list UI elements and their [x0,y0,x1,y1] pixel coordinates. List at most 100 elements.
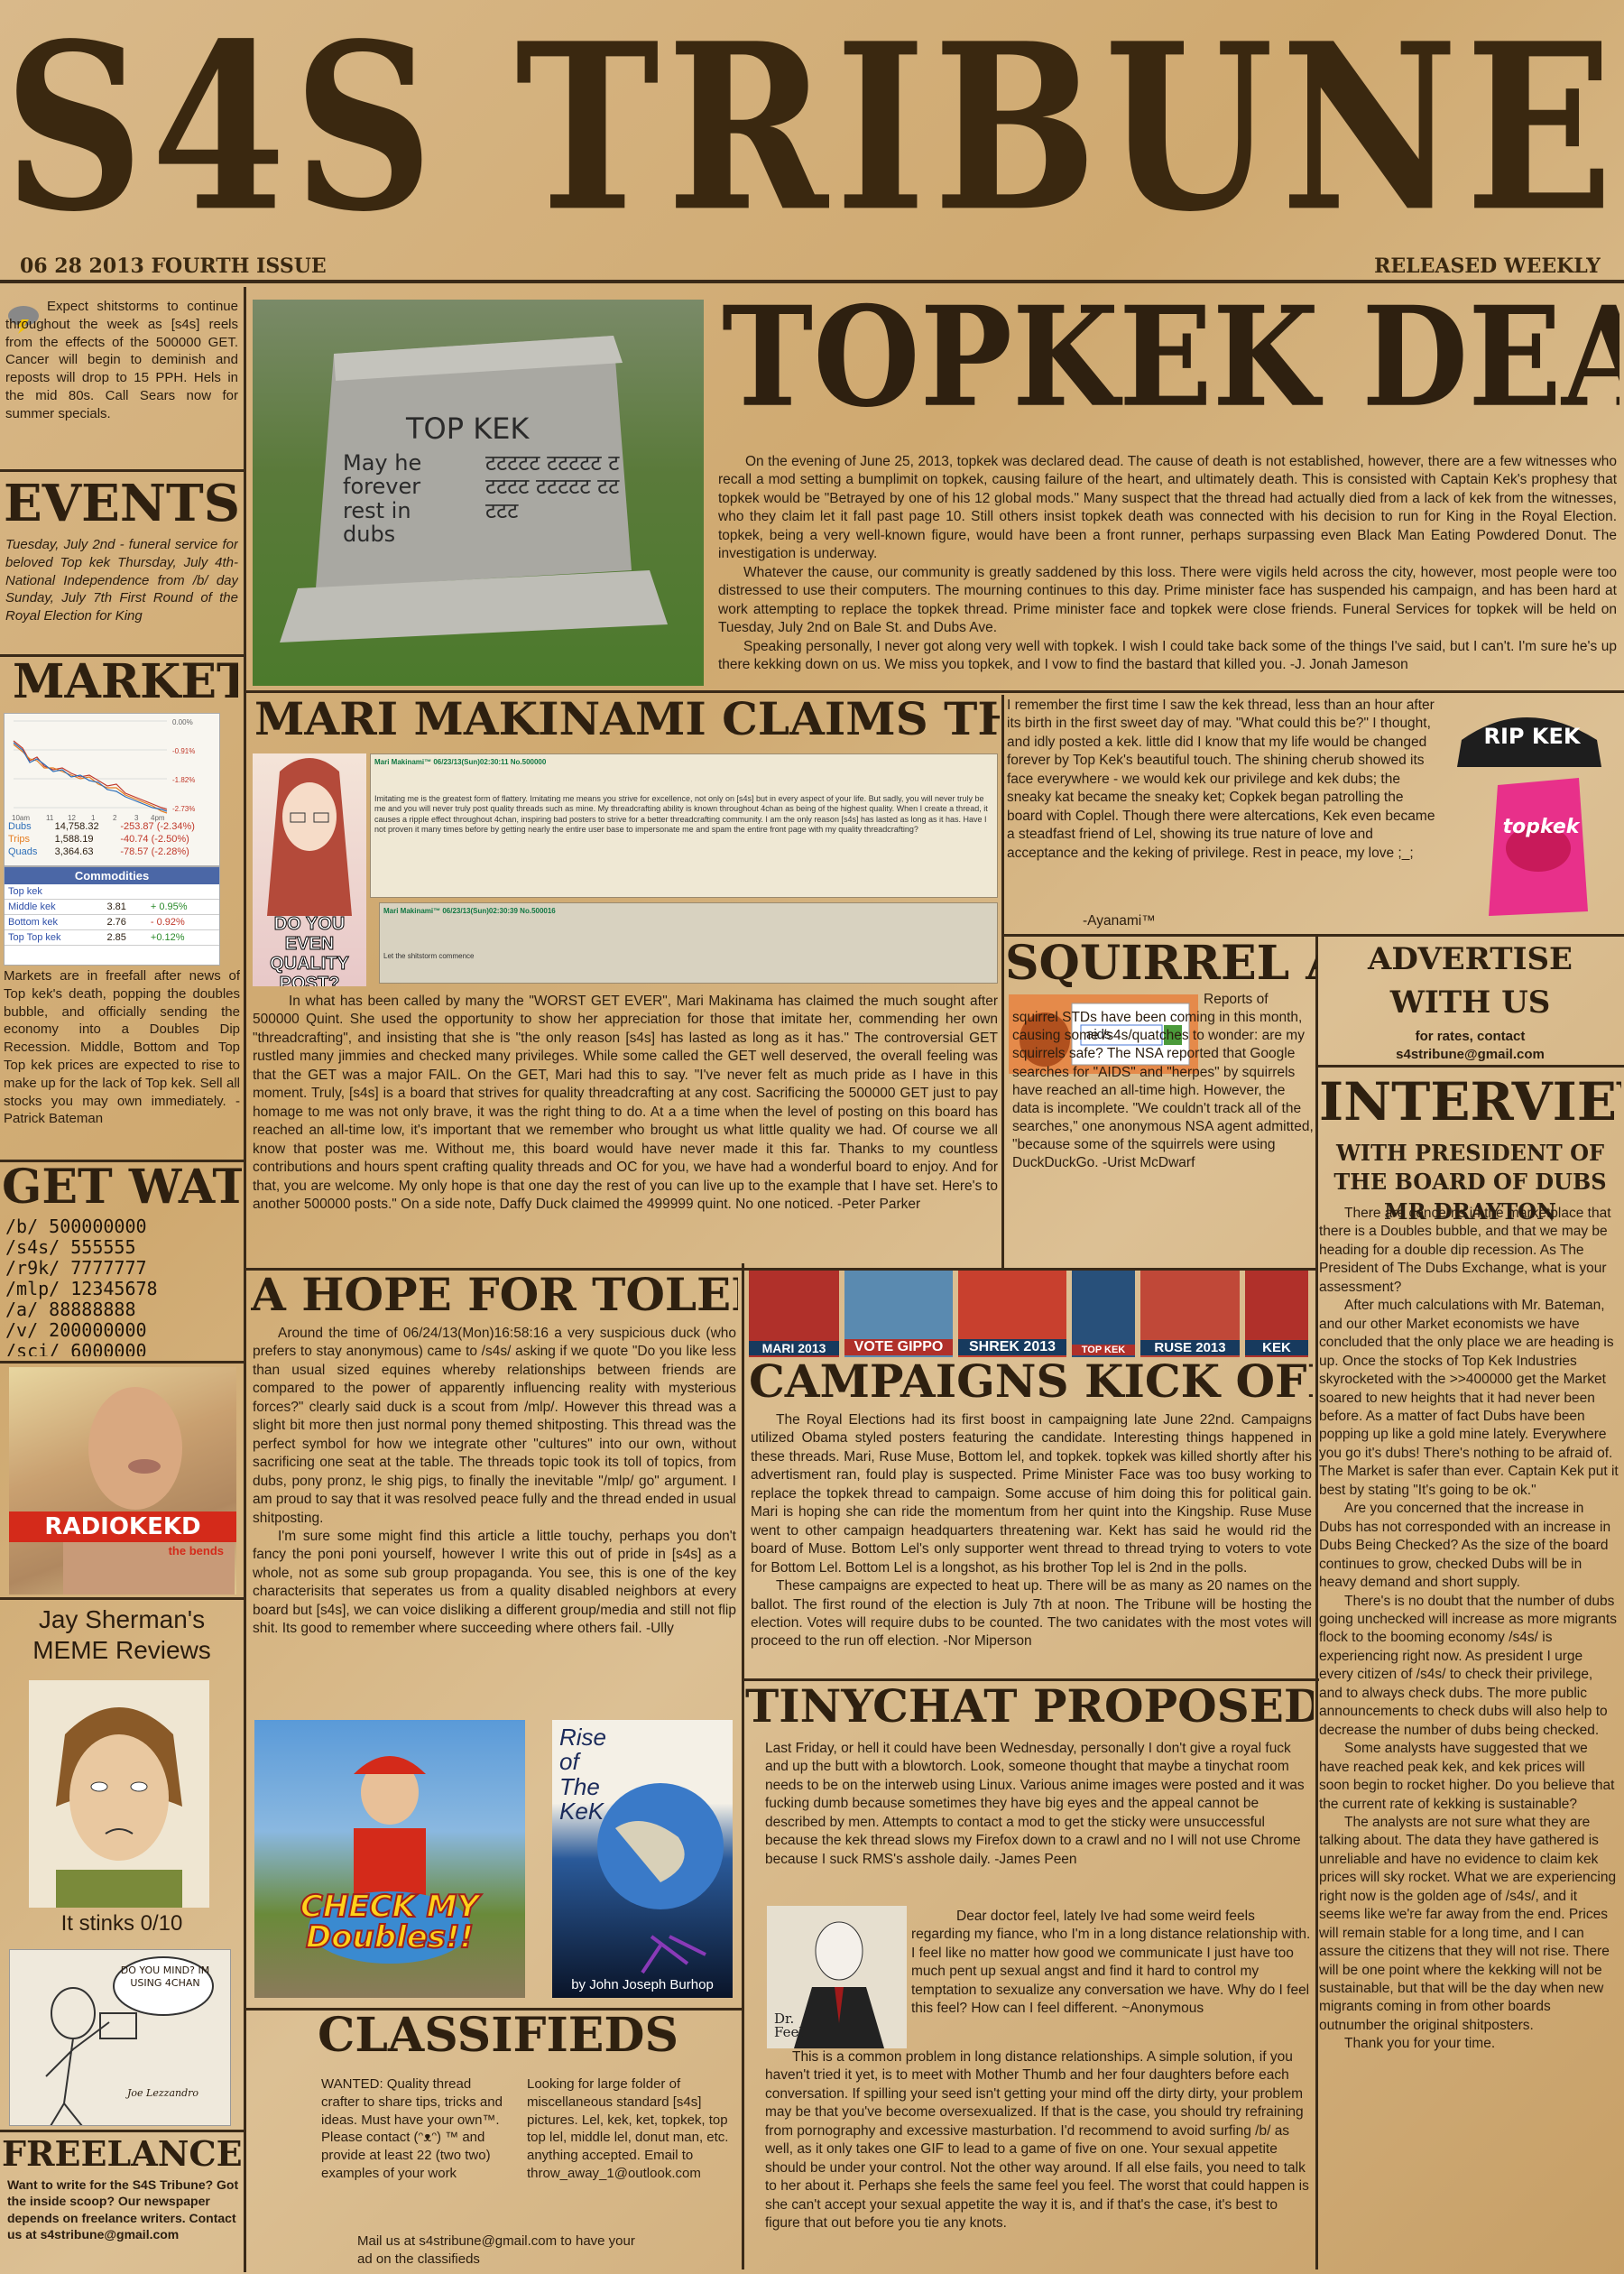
markets-chart: 0.00% -0.91% -1.82% -2.73% 10am 11 12 1 2 3 4p… [4,713,220,866]
commodity-change: + 0.95% [146,899,219,915]
classified-ad-1: WANTED: Quality thread crafter to share … [321,2076,503,2181]
get-watch-item: /mlp/ 12345678 [5,1278,158,1299]
commodity-price: 3.81 [103,899,147,915]
commodity-change [146,884,219,900]
tombstone-glyphs: टटटटट टटटटट टटटटट टटटटट टटटटट [485,450,620,523]
cartoon-bubble: DO YOU MIND? IM USING 4CHAN [120,1964,210,1989]
get-watch-list: /b/ 500000000 /s4s/ 555555 /r9k/ 7777777… [5,1216,238,1356]
article-paragraph: I'm sure some might find this article a … [253,1528,736,1637]
interview-question: Some analysts have suggested that we hav… [1319,1741,1615,1812]
cartoon-panel: DO YOU MIND? IM USING 4CHAN Joe Lezzandr… [9,1949,231,2126]
mari-article: In what has been called by many the "WOR… [253,994,998,1212]
commodities-table: Commodities Top kek Middle kek 3.81 + 0.95… [4,866,220,966]
campaign-poster: VOTE GIPPO [844,1271,953,1357]
get-watch-item: /a/ 88888888 [5,1299,136,1320]
tolerance-headline: A HOPE FOR TOLERANCE [251,1272,738,1317]
rule [1001,934,1624,937]
events-heading: EVENTS [4,478,238,529]
dr-feel-image: Dr. Feel [767,1906,907,2048]
left-column-rule [244,287,246,2272]
eulogy-signature: -Ayanami™ [1083,913,1156,929]
commodity-name: Top Top kek [5,929,104,946]
cap-text: RIP KEK [1483,724,1581,749]
eulogy-text: I remember the first time I saw the kek … [1007,698,1435,861]
squirrel-headline: SQUIRREL AIDS [1005,940,1317,987]
interview-question: Are you concerned that the increase in D… [1319,1501,1611,1591]
events-text: Tuesday, July 2nd - funeral service for … [5,537,238,624]
series-change: -78.57 (-2.28%) [120,846,189,857]
mari-headline: MARI MAKINAMI CLAIMS THE BIG GET [254,697,1000,742]
campaign-poster: KEK [1245,1271,1308,1357]
weather-text: Expect shitstorms to continue throughout… [5,299,238,421]
series-value: 3,364.63 [54,846,94,857]
newspaper-page: S4S TRIBUNE 06 28 2013 FOURTH ISSUE RELE… [0,0,1624,2274]
article-paragraph: On the evening of June 25, 2013, topkek … [718,454,1617,562]
interview-answer: There's is no doubt that the number of d… [1319,1593,1617,1738]
tombstone-epitaph: May he forever rest in dubs [343,450,422,548]
rule [0,469,244,472]
commodity-price: 2.85 [103,929,147,946]
article-paragraph: These campaigns are expected to heat up.… [751,1578,1312,1650]
mari-image: DO YOU EVEN QUALITY POST? [253,753,366,986]
image-macro-caption: DO YOU EVEN QUALITY POST? [270,914,350,987]
rule [0,654,244,657]
classifieds-headline: CLASSIFIEDS [317,2012,679,2059]
tinychat-headline: TINYCHAT PROPOSED [745,1684,1314,1729]
commodity-price: 2.76 [103,914,147,930]
book-cover-image: Rise of The KeK by John Joseph Burhop [552,1720,733,1998]
rule [0,1160,244,1162]
interview-article: There are concerns in the marketplace th… [1319,1205,1619,2269]
campaigns-article: The Royal Elections had its first boost … [751,1411,1312,1677]
post-body: Let the shitstorm commence [383,952,475,960]
cartoon-signature: Joe Lezzandro [127,2087,199,2099]
freelance-text: Want to write for the S4S Tribune? Got t… [7,2177,239,2242]
right-column-rule [1315,934,1318,2269]
rule [1315,1065,1624,1068]
album-subtitle: the bends [168,1544,224,1558]
advertise-heading: ADVERTISE WITH US [1368,941,1573,1021]
rip-kek-image: RIP KEK topkek [1444,704,1619,920]
squirrel-article: Reports of squirrel STDs have been comin… [1012,992,1314,1171]
campaign-poster: TOP KEK [1072,1271,1135,1357]
classified-ad-2: Looking for large folder of miscellaneou… [527,2076,729,2181]
dr-feel-label: Dr. Feel [774,2011,804,2040]
classifieds-footer: Mail us at s4stribune@gmail.com to have … [357,2233,635,2267]
campaign-poster: SHREK 2013 [958,1271,1066,1357]
interview-headline: INTERVIEW [1319,1076,1621,1128]
masthead-rule [0,280,1624,283]
release-frequency: RELEASED WEEKLY [1374,254,1601,278]
article-paragraph: Speaking personally, I never got along v… [718,638,1617,672]
markets-series-table: Dubs 14,758.32 -253.87 (-2.34%) Trips 1,588… [5,820,219,858]
commodities-title: Commodities [5,867,219,884]
get-watch-item: /sci/ 6000000 [5,1340,147,1357]
topkek-dead-article: On the evening of June 25, 2013, topkek … [718,453,1617,689]
campaign-poster: RUSE 2013 [1140,1271,1240,1357]
markets-heading: MARKETS [13,659,238,706]
pct-label: -1.82% [172,776,195,784]
candy-text: topkek [1502,816,1580,838]
series-name: Quads [8,846,38,857]
commodity-price [103,884,147,900]
advertise-email: s4stribune@gmail.com [1396,1047,1545,1062]
book-title: Rise of The KeK [559,1724,607,1825]
rule [244,690,1624,693]
tinychat-article: Last Friday, or hell it could have been … [765,1741,1305,1867]
mari-post-2: Mari Makinami™ 06/23/13(Sun)02:30:39 No.… [379,902,998,984]
markets-text: Markets are in freefall after news of To… [4,968,240,1127]
meme-reviews-title: Jay Sherman's MEME Reviews [32,1605,211,1664]
radiokekd-album-cover: RADIOKEKD the bends [9,1367,236,1595]
tombstone-name: TOP KEK [406,411,530,446]
post-body: Imitating me is the greatest form of fla… [374,794,988,834]
mari-post-1: Mari Makinami™ 06/23/13(Sun)02:30:11 No.… [370,753,998,898]
pct-label: 0.00% [172,718,193,726]
check-my-doubles-image: CHECK MY Doubles!! [254,1720,525,1998]
series-value: 1,588.19 [54,834,94,845]
campaign-posters: MARI 2013 VOTE GIPPO SHREK 2013 TOP KEK … [749,1271,1313,1357]
campaigns-headline: CAMPAIGNS KICK OFF [749,1359,1313,1404]
interview-closing: Thank you for your time. [1344,2036,1496,2052]
markets-line-chart: 0.00% -0.91% -1.82% -2.73% 10am 11 12 1 2 3 4p… [12,718,195,822]
meme-verdict: It stinks 0/10 [60,1911,183,1936]
commodity-name: Bottom kek [5,914,104,930]
series-name: Trips [8,834,31,845]
topkek-dead-headline: TOPKEK DEAD [722,289,1619,427]
